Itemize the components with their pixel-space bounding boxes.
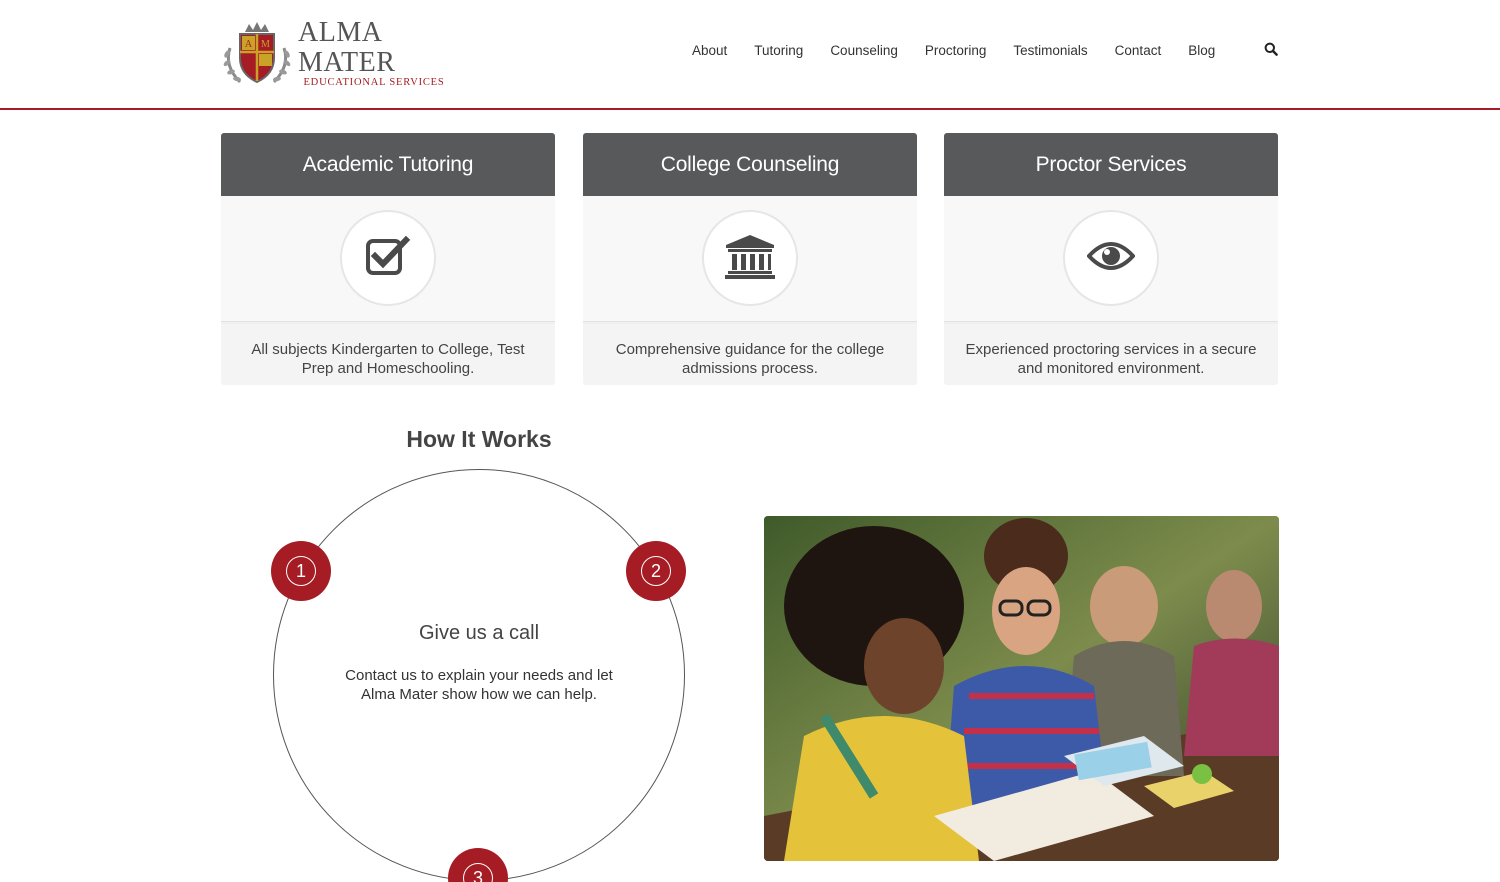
nav-contact[interactable]: Contact <box>1115 43 1162 58</box>
service-icon-circle <box>702 210 798 306</box>
brand-subtitle: EDUCATIONAL SERVICES <box>303 77 445 88</box>
main-nav: About Tutoring Counseling Proctoring Tes… <box>692 42 1278 58</box>
service-icon-circle <box>1063 210 1159 306</box>
site-header: A M ALMA MATER EDUCATIONAL SERVICES Abou… <box>0 0 1500 110</box>
step-number: 1 <box>286 556 316 586</box>
nav-counseling[interactable]: Counseling <box>830 43 898 58</box>
nav-testimonials[interactable]: Testimonials <box>1013 43 1087 58</box>
nav-blog[interactable]: Blog <box>1188 43 1215 58</box>
service-card-title: Academic Tutoring <box>221 133 555 196</box>
service-card-description: Experienced proctoring services in a sec… <box>944 322 1278 378</box>
step-1-button[interactable]: 1 <box>271 541 331 601</box>
crest-letter-m: M <box>261 39 270 50</box>
nav-tutoring[interactable]: Tutoring <box>754 43 803 58</box>
checkbox-icon <box>365 235 411 282</box>
step-2-button[interactable]: 2 <box>626 541 686 601</box>
brand-wordmark: ALMA MATER EDUCATIONAL SERVICES <box>298 17 450 89</box>
section-title: How It Works <box>406 426 552 452</box>
service-card-icon-area <box>944 196 1278 322</box>
brand-name: ALMA MATER <box>298 17 396 78</box>
crest-logo-icon: A M <box>220 18 294 88</box>
brand-logo[interactable]: A M ALMA MATER EDUCATIONAL SERVICES <box>220 18 450 88</box>
service-card-proctoring[interactable]: Proctor Services Experienced proctoring … <box>944 133 1278 385</box>
step-title: Give us a call <box>418 622 540 644</box>
eye-icon <box>1086 240 1136 277</box>
service-card-title: Proctor Services <box>944 133 1278 196</box>
nav-proctoring[interactable]: Proctoring <box>925 43 987 58</box>
service-card-title: College Counseling <box>583 133 917 196</box>
institution-icon <box>724 233 776 284</box>
service-card-icon-area <box>221 196 555 322</box>
service-card-tutoring[interactable]: Academic Tutoring All subjects Kindergar… <box>221 133 555 385</box>
nav-about[interactable]: About <box>692 43 727 58</box>
service-card-description: All subjects Kindergarten to College, Te… <box>221 322 555 378</box>
crest-letter-a: A <box>245 39 253 50</box>
service-icon-circle <box>340 210 436 306</box>
search-icon[interactable] <box>1264 42 1278 56</box>
students-photo <box>764 516 1279 861</box>
service-card-counseling[interactable]: College Counseling Comprehensive guidanc… <box>583 133 917 385</box>
service-card-icon-area <box>583 196 917 322</box>
step-description: Contact us to explain your needs and let… <box>345 667 613 703</box>
step-number: 3 <box>463 863 493 882</box>
step-number: 2 <box>641 556 671 586</box>
service-card-description: Comprehensive guidance for the college a… <box>583 322 917 378</box>
